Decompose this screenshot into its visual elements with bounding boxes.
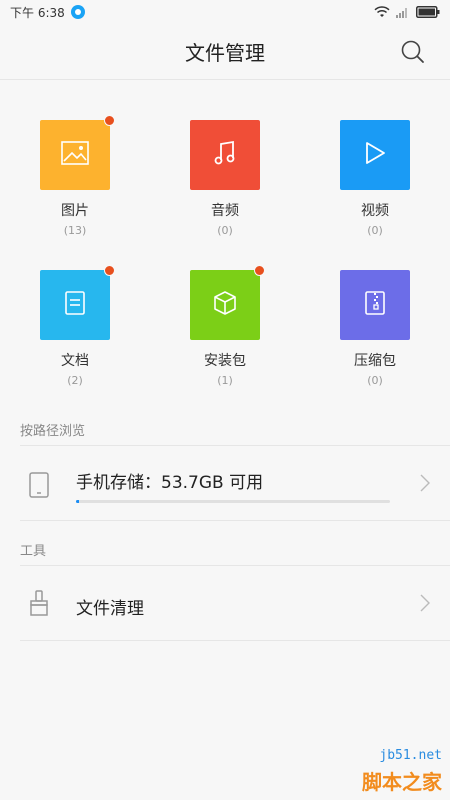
notification-ring-icon — [70, 5, 85, 19]
storage-progress-fill — [76, 500, 80, 503]
category-count: (0) — [367, 374, 383, 387]
storage-progress-bar — [76, 500, 390, 503]
category-count: (2) — [67, 374, 83, 387]
phone-storage-label: 手机存储：53.7GB 可用 — [76, 473, 264, 493]
category-label: 安装包 — [204, 353, 246, 369]
category-tile[interactable] — [190, 265, 265, 340]
file-cleanup-label: 文件清理 — [76, 599, 144, 619]
category-2[interactable]: 视频 (0) — [320, 120, 430, 237]
search-icon[interactable] — [400, 39, 426, 65]
phone-storage-row[interactable]: 手机存储：53.7GB 可用 — [0, 446, 450, 520]
package-icon — [212, 290, 238, 320]
music-note-icon — [212, 140, 238, 170]
watermark: jb51.net 脚本之家 — [300, 744, 450, 800]
status-icons — [374, 6, 440, 18]
category-tile[interactable] — [40, 115, 115, 190]
category-tile[interactable] — [340, 120, 410, 190]
category-tile[interactable] — [340, 270, 410, 340]
watermark-logo-text: 脚本之家 — [362, 770, 442, 794]
category-label: 压缩包 — [354, 353, 396, 369]
tools-section-title: 工具 — [20, 544, 47, 559]
category-count: (13) — [63, 224, 87, 237]
category-count: (1) — [217, 374, 233, 387]
phone-icon — [29, 472, 49, 498]
category-label: 图片 — [61, 203, 89, 219]
archive-icon — [364, 290, 386, 320]
chevron-right-icon — [420, 594, 430, 612]
wifi-icon — [374, 6, 390, 17]
category-count: (0) — [217, 224, 233, 237]
category-4[interactable]: 安装包 (1) — [170, 265, 280, 387]
new-badge-dot — [104, 265, 115, 276]
file-cleanup-row[interactable]: 文件清理 — [0, 566, 450, 640]
broom-icon — [30, 590, 48, 616]
app-header: 文件管理 — [0, 24, 450, 80]
page-title: 文件管理 — [185, 41, 265, 65]
status-bar: 下午 6:38 — [0, 0, 450, 24]
category-label: 文档 — [61, 353, 89, 369]
status-time: 下午 6:38 — [10, 5, 65, 20]
category-tile[interactable] — [190, 120, 260, 190]
category-tile[interactable] — [40, 265, 115, 340]
play-icon — [364, 141, 386, 169]
signal-icon — [396, 8, 407, 18]
category-label: 音频 — [211, 203, 239, 219]
category-1[interactable]: 音频 (0) — [170, 120, 280, 237]
category-0[interactable]: 图片 (13) — [20, 115, 130, 237]
document-icon — [64, 290, 86, 320]
new-badge-dot — [104, 115, 115, 126]
browse-section-title: 按路径浏览 — [20, 424, 86, 439]
category-5[interactable]: 压缩包 (0) — [320, 270, 430, 387]
category-label: 视频 — [361, 203, 389, 219]
battery-icon — [416, 6, 440, 18]
new-badge-dot — [254, 265, 265, 276]
divider — [20, 520, 450, 521]
watermark-url: jb51.net — [379, 748, 442, 763]
image-icon — [61, 141, 89, 169]
divider — [20, 640, 450, 641]
chevron-right-icon — [420, 474, 430, 492]
category-count: (0) — [367, 224, 383, 237]
category-3[interactable]: 文档 (2) — [20, 265, 130, 387]
